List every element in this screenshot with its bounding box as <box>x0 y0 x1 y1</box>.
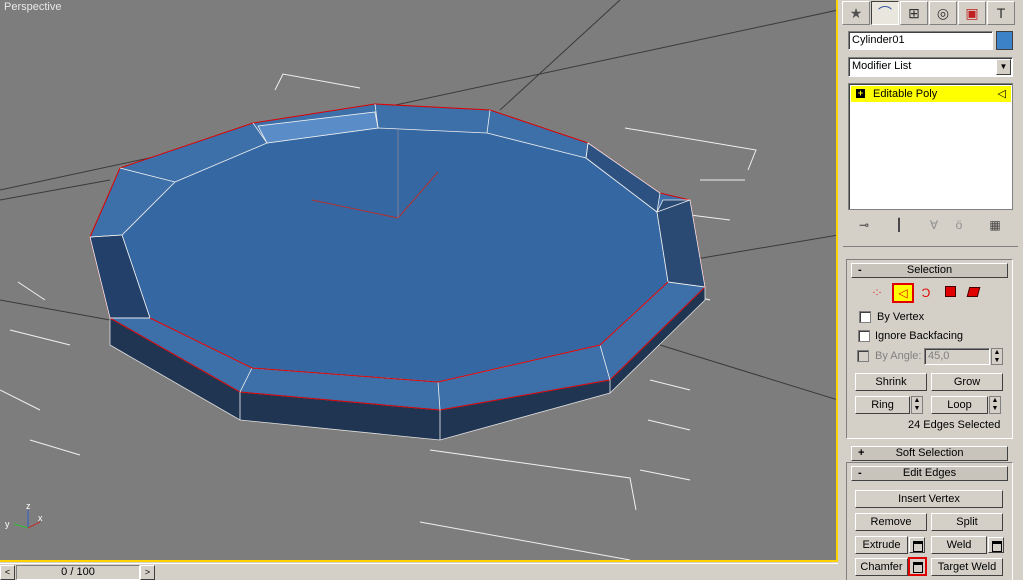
hierarchy-icon: ⊞ <box>908 5 920 21</box>
axis-y-label: y <box>5 519 10 529</box>
axis-z-label: z <box>26 501 31 511</box>
stack-item-label: Editable Poly <box>873 88 938 100</box>
by-angle-spinner[interactable]: ▲ ▼ <box>991 348 1003 365</box>
pin-icon[interactable]: ⊸ <box>855 216 873 234</box>
edit-edges-rollout-header[interactable]: - Edit Edges <box>851 466 1008 481</box>
stack-item-editable-poly[interactable]: + Editable Poly ◁ <box>851 86 1011 102</box>
shrink-button[interactable]: Shrink <box>855 373 927 391</box>
axis-x-label: x <box>38 513 43 523</box>
utilities-tab[interactable]: T <box>987 1 1015 25</box>
command-panel-tabs: ★ ⌒ ⊞ ◎ ▣ T <box>842 0 1023 26</box>
soft-selection-rollout-header[interactable]: + Soft Selection <box>851 446 1008 461</box>
perspective-viewport[interactable]: z x y Perspective <box>0 0 838 562</box>
edge-subobject-icon: ◁ <box>997 88 1006 100</box>
hierarchy-tab[interactable]: ⊞ <box>900 1 928 25</box>
extrude-settings-icon[interactable] <box>909 537 925 553</box>
modify-icon: ⌒ <box>878 5 892 21</box>
remove-button[interactable]: Remove <box>855 513 927 531</box>
modifier-list-dropdown[interactable]: Modifier List ▼ <box>848 57 1013 77</box>
by-angle-label: By Angle: <box>875 350 922 362</box>
border-icon[interactable]: Ɔ <box>917 284 935 302</box>
modifier-list-label: Modifier List <box>852 60 912 72</box>
by-vertex-label: By Vertex <box>877 311 925 323</box>
axis-tripod <box>13 510 41 529</box>
collapse-sign: - <box>858 264 862 276</box>
insert-vertex-button[interactable]: Insert Vertex <box>855 490 1003 508</box>
show-end-result-icon[interactable]: ┃ <box>890 216 908 234</box>
separator <box>843 246 1018 247</box>
utilities-icon: T <box>996 5 1006 21</box>
element-icon[interactable] <box>964 284 982 302</box>
by-vertex-checkbox[interactable] <box>859 311 871 323</box>
motion-icon: ◎ <box>936 5 950 21</box>
vertex-icon[interactable]: ·:· <box>868 284 886 302</box>
loop-button[interactable]: Loop <box>931 396 988 414</box>
extrude-button[interactable]: Extrude <box>855 536 908 554</box>
prev-frame-button[interactable]: < <box>0 565 15 580</box>
selection-rollout-header[interactable]: - Selection <box>851 263 1008 278</box>
rollout-title: Selection <box>906 264 953 276</box>
by-angle-checkbox[interactable] <box>857 350 869 362</box>
selection-status: 24 Edges Selected <box>908 419 1001 431</box>
modifier-stack[interactable]: + Editable Poly ◁ <box>848 83 1013 210</box>
polygon-icon[interactable] <box>941 284 959 302</box>
chevron-down-icon[interactable]: ▼ <box>996 59 1011 75</box>
object-color-swatch[interactable] <box>996 31 1013 50</box>
viewport-label[interactable]: Perspective <box>4 1 61 13</box>
display-tab[interactable]: ▣ <box>958 1 986 25</box>
ring-button[interactable]: Ring <box>855 396 910 414</box>
grow-button[interactable]: Grow <box>931 373 1003 391</box>
edge-icon[interactable]: ◁ <box>892 283 914 303</box>
expand-icon[interactable]: + <box>856 89 865 98</box>
time-slider-bar: < 0 / 100 > <box>0 563 838 580</box>
viewport-scene: z x y <box>0 0 836 560</box>
by-angle-field[interactable]: 45,0 <box>924 348 990 365</box>
time-slider[interactable]: 0 / 100 <box>16 565 140 580</box>
modify-tab[interactable]: ⌒ <box>871 1 899 25</box>
chamfer-button[interactable]: Chamfer <box>855 558 908 576</box>
chamfer-settings-icon[interactable] <box>908 557 927 576</box>
next-frame-button[interactable]: > <box>140 565 155 580</box>
expand-sign: + <box>858 447 865 459</box>
rollout-title: Soft Selection <box>895 447 964 459</box>
rollout-title: Edit Edges <box>902 467 957 479</box>
display-icon: ▣ <box>965 5 979 21</box>
create-tab[interactable]: ★ <box>842 1 870 25</box>
ignore-backfacing-checkbox[interactable] <box>858 330 870 342</box>
weld-settings-icon[interactable] <box>988 537 1004 553</box>
create-icon: ★ <box>849 5 863 21</box>
ignore-backfacing-label: Ignore Backfacing <box>875 330 964 342</box>
weld-button[interactable]: Weld <box>931 536 987 554</box>
configure-sets-icon[interactable]: ▦ <box>986 216 1004 234</box>
collapse-sign: - <box>858 467 862 479</box>
loop-spinner[interactable]: ▲ ▼ <box>989 396 1001 414</box>
split-button[interactable]: Split <box>931 513 1003 531</box>
make-unique-icon[interactable]: ∀ <box>925 216 943 234</box>
remove-modifier-icon[interactable]: ö <box>950 216 968 234</box>
ring-spinner[interactable]: ▲ ▼ <box>911 396 923 414</box>
object-name-field[interactable]: Cylinder01 <box>848 31 993 50</box>
motion-tab[interactable]: ◎ <box>929 1 957 25</box>
target-weld-button[interactable]: Target Weld <box>931 558 1003 576</box>
